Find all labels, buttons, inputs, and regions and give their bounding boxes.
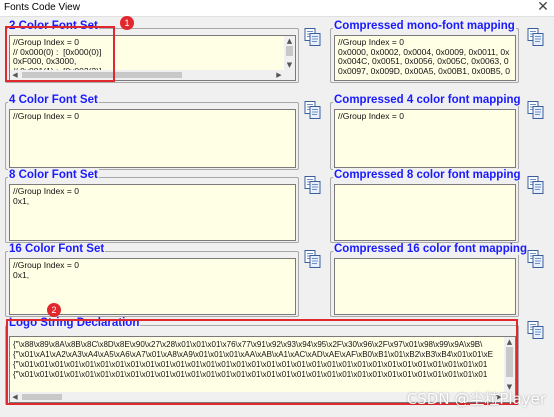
annotation-badge-2: 2 <box>47 303 61 317</box>
textbox-4-color-font-set[interactable]: //Group Index = 0 <box>9 109 296 168</box>
copy-icon[interactable] <box>526 27 546 47</box>
text-8-color-font-set: //Group Index = 0 0x1, <box>13 187 79 206</box>
group-title-4-color: 4 Color Font Set <box>8 94 99 106</box>
watermark: CSDN @尘粒Player <box>406 390 546 408</box>
copy-icon[interactable] <box>303 175 323 195</box>
textbox-16-color-mapping[interactable] <box>334 258 516 315</box>
group-4-color-font-set: 4 Color Font Set //Group Index = 0 <box>5 94 299 170</box>
group-title-8-color: 8 Color Font Set <box>8 169 99 181</box>
textbox-4-color-mapping[interactable]: //Group Index = 0 <box>334 109 516 168</box>
group-compressed-8-color-mapping: Compressed 8 color font mapping <box>330 169 522 243</box>
text-4-color-mapping: //Group Index = 0 <box>338 112 404 121</box>
copy-icon[interactable] <box>526 175 546 195</box>
copy-icon[interactable] <box>303 100 323 120</box>
text-4-color-font-set: //Group Index = 0 <box>13 112 79 121</box>
text-mono-font-mapping: //Group Index = 0 0x0000, 0x0002, 0x0004… <box>338 38 511 76</box>
window-title: Fonts Code View <box>4 2 80 13</box>
group-compressed-mono-font-mapping: Compressed mono-font mapping //Group Ind… <box>330 20 519 83</box>
copy-icon[interactable] <box>303 249 323 269</box>
group-title-mapping-16: Compressed 16 color font mapping <box>333 243 528 255</box>
scroll-corner <box>284 70 295 80</box>
group-title-mapping-4: Compressed 4 color font mapping <box>333 94 522 106</box>
vertical-scrollbar[interactable]: ▲ ▼ <box>284 36 295 70</box>
textbox-8-color-font-set[interactable]: //Group Index = 0 0x1, <box>9 184 296 241</box>
annotation-badge-1: 1 <box>120 16 134 30</box>
copy-icon[interactable] <box>526 320 546 340</box>
scroll-up-arrow-icon[interactable]: ▲ <box>284 36 295 46</box>
textbox-8-color-mapping[interactable] <box>334 184 516 241</box>
title-bar: Fonts Code View ✕ <box>0 0 554 17</box>
scroll-thumb[interactable] <box>286 46 293 56</box>
group-compressed-16-color-mapping: Compressed 16 color font mapping <box>330 243 528 317</box>
text-16-color-font-set: //Group Index = 0 0x1, <box>13 261 79 280</box>
group-title-16-color: 16 Color Font Set <box>8 243 106 255</box>
group-title-mapping-8: Compressed 8 color font mapping <box>333 169 522 181</box>
group-title-mono-mapping: Compressed mono-font mapping <box>333 20 516 32</box>
copy-icon[interactable] <box>303 27 323 47</box>
copy-icon[interactable] <box>526 249 546 269</box>
group-compressed-4-color-mapping: Compressed 4 color font mapping //Group … <box>330 94 522 170</box>
copy-icon[interactable] <box>526 100 546 120</box>
group-8-color-font-set: 8 Color Font Set //Group Index = 0 0x1, <box>5 169 299 243</box>
scroll-down-arrow-icon[interactable]: ▼ <box>284 60 295 70</box>
scroll-right-arrow-icon[interactable]: ▶ <box>274 70 284 80</box>
close-icon[interactable]: ✕ <box>536 0 550 15</box>
annotation-box-1 <box>5 26 115 82</box>
textbox-mono-font-mapping[interactable]: //Group Index = 0 0x0000, 0x0002, 0x0004… <box>334 35 516 81</box>
